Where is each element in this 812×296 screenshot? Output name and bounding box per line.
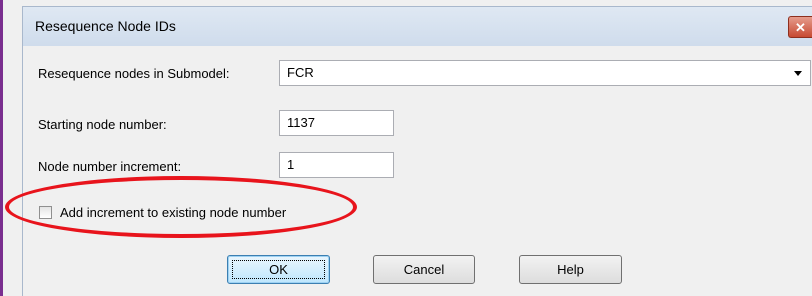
cancel-button-label: Cancel — [403, 262, 445, 277]
add-increment-checkbox[interactable] — [39, 206, 52, 219]
submodel-select[interactable]: FCR — [279, 60, 811, 86]
help-button-label: Help — [557, 262, 584, 277]
cancel-button[interactable]: Cancel — [373, 255, 475, 284]
window-edge-accent — [0, 0, 3, 296]
add-increment-label[interactable]: Add increment to existing node number — [60, 205, 286, 220]
help-button[interactable]: Help — [519, 255, 622, 284]
submodel-label: Resequence nodes in Submodel: — [38, 66, 230, 81]
starting-node-label: Starting node number: — [38, 117, 167, 132]
screenshot-frame: Resequence Node IDs ✕ Resequence nodes i… — [0, 0, 812, 296]
chevron-down-icon[interactable] — [794, 71, 802, 76]
close-icon: ✕ — [795, 20, 806, 35]
focus-rectangle — [232, 260, 325, 279]
dialog-title: Resequence Node IDs — [35, 18, 176, 34]
ok-button[interactable]: OK — [227, 255, 330, 284]
dialog-title-bar[interactable]: Resequence Node IDs ✕ — [22, 6, 812, 46]
increment-label: Node number increment: — [38, 159, 182, 174]
starting-node-input[interactable]: 1137 — [279, 110, 394, 136]
dialog-body: Resequence nodes in Submodel: FCR Starti… — [22, 46, 812, 296]
increment-input[interactable]: 1 — [279, 152, 394, 178]
close-button[interactable]: ✕ — [788, 16, 812, 38]
submodel-value: FCR — [287, 65, 314, 80]
